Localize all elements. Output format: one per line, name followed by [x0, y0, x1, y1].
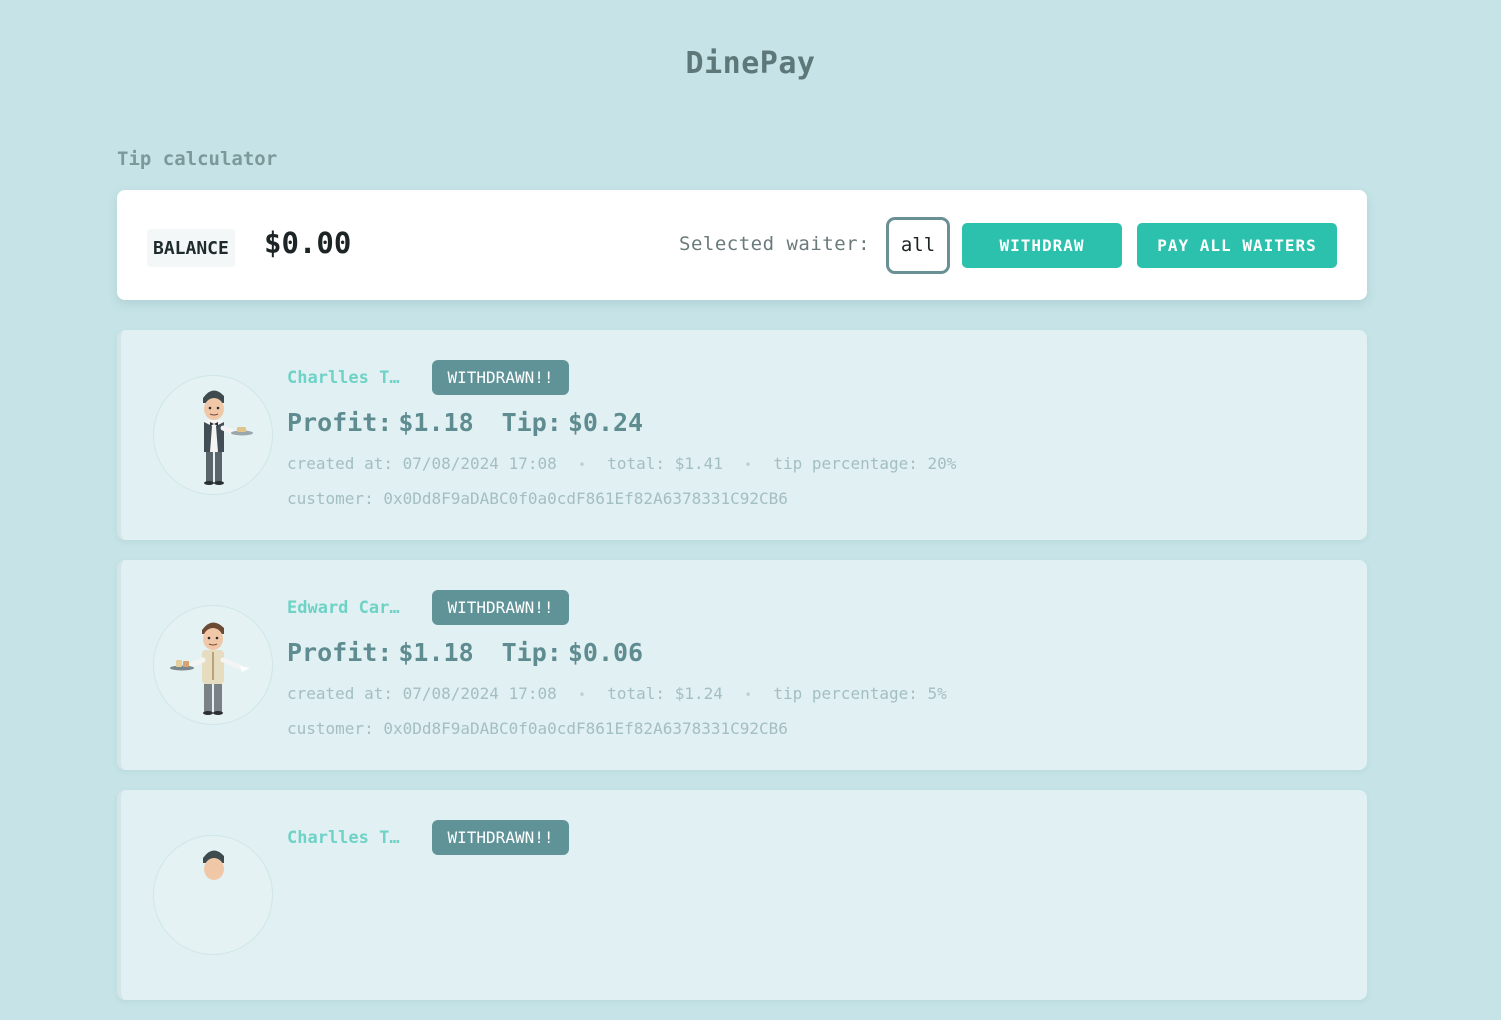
separator-icon: •	[744, 688, 752, 702]
profit-label: Profit:	[287, 638, 393, 667]
tip-percentage-value: 20%	[927, 454, 957, 473]
waiter-name: Charlles T…	[287, 368, 400, 388]
amounts: Profit: $1.18 Tip: $0.06	[287, 638, 649, 667]
total-value: $1.41	[674, 454, 723, 473]
waiter-avatar-icon	[153, 605, 273, 725]
balance-toolbar: BALANCE $0.00 Selected waiter: all WITHD…	[117, 190, 1367, 300]
separator-icon: •	[578, 458, 586, 472]
customer-address: 0x0Dd8F9aDABC0f0a0cdF861Ef82A6378331C92C…	[383, 489, 788, 508]
total-label: total:	[607, 454, 666, 473]
tip-label: Tip:	[501, 638, 562, 667]
customer-label: customer:	[287, 489, 374, 508]
tip-card: Charlles T… WITHDRAWN!!	[117, 790, 1367, 1000]
tip-meta: created at: 07/08/2024 17:08 • total: $1…	[287, 454, 956, 473]
customer-row: customer: 0x0Dd8F9aDABC0f0a0cdF861Ef82A6…	[287, 719, 788, 738]
tip-percentage-label: tip percentage:	[773, 684, 918, 703]
waiter-avatar-icon	[153, 835, 273, 955]
separator-icon: •	[744, 458, 752, 472]
tip-card: Edward Car… WITHDRAWN!! Profit: $1.18 Tip:…	[117, 560, 1367, 770]
total-value: $1.24	[674, 684, 723, 703]
tip-label: Tip:	[501, 408, 562, 437]
profit-value: $1.18	[398, 638, 474, 667]
customer-label: customer:	[287, 719, 374, 738]
status-badge: WITHDRAWN!!	[432, 590, 569, 625]
created-value: 07/08/2024 17:08	[402, 684, 557, 703]
amounts: Profit: $1.18 Tip: $0.24	[287, 408, 649, 437]
profit-value: $1.18	[398, 408, 474, 437]
customer-address: 0x0Dd8F9aDABC0f0a0cdF861Ef82A6378331C92C…	[383, 719, 788, 738]
created-value: 07/08/2024 17:08	[402, 454, 557, 473]
total-label: total:	[607, 684, 666, 703]
balance-label: BALANCE	[147, 229, 235, 267]
tip-value: $0.24	[567, 408, 644, 437]
customer-row: customer: 0x0Dd8F9aDABC0f0a0cdF861Ef82A6…	[287, 489, 788, 508]
pay-all-waiters-button[interactable]: PAY ALL WAITERS	[1137, 223, 1337, 268]
separator-icon: •	[578, 688, 586, 702]
tip-percentage-value: 5%	[927, 684, 947, 703]
section-title: Tip calculator	[117, 148, 278, 170]
created-label: created at:	[287, 454, 393, 473]
waiter-name: Edward Car…	[287, 598, 400, 618]
selected-waiter-label: Selected waiter:	[679, 233, 871, 255]
waiter-name: Charlles T…	[287, 828, 400, 848]
tip-meta: created at: 07/08/2024 17:08 • total: $1…	[287, 684, 947, 703]
tip-percentage-label: tip percentage:	[773, 454, 918, 473]
balance-value: $0.00	[264, 226, 352, 260]
waiter-select[interactable]: all	[886, 217, 950, 274]
profit-label: Profit:	[287, 408, 393, 437]
tip-card: Charlles T… WITHDRAWN!! Profit: $1.18 Tip:…	[117, 330, 1367, 540]
tip-list: Charlles T… WITHDRAWN!! Profit: $1.18 Tip:…	[117, 330, 1367, 1020]
status-badge: WITHDRAWN!!	[432, 360, 569, 395]
tip-value: $0.06	[567, 638, 644, 667]
app-title: DinePay	[685, 46, 816, 81]
created-label: created at:	[287, 684, 393, 703]
withdraw-button[interactable]: WITHDRAW	[962, 223, 1122, 268]
waiter-avatar-icon	[153, 375, 273, 495]
